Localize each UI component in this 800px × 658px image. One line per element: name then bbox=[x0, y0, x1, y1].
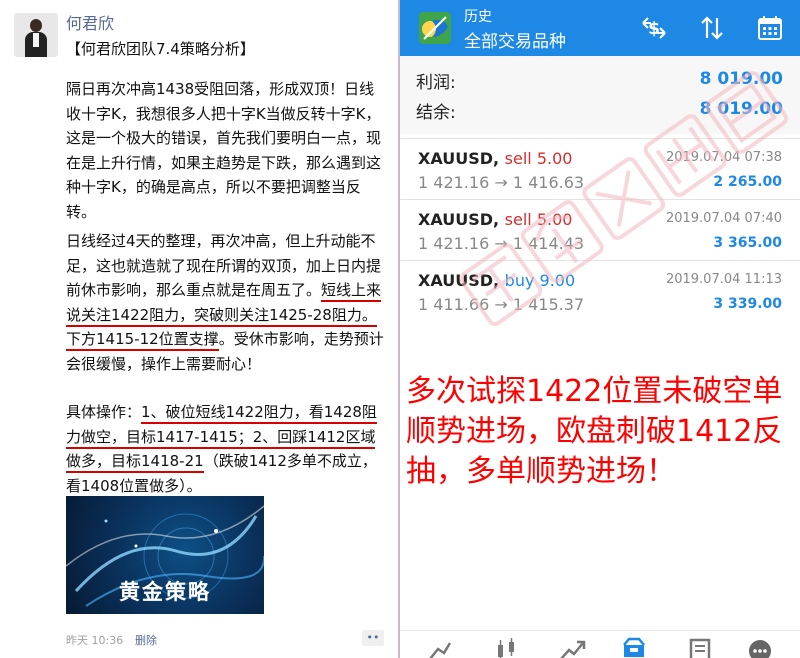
sort-arrows-icon[interactable] bbox=[698, 14, 726, 42]
symbol-filter[interactable]: 全部交易品种 bbox=[464, 27, 566, 52]
trade-prices: 1 421.16 → 1 414.43 bbox=[418, 234, 585, 253]
moments-post: 何君欣 【何君欣团队7.4策略分析】 隔日再次冲高1438受阻回落，形成双顶！日… bbox=[0, 0, 398, 658]
annotation-text: 多次试探1422位置未破空单顺势进场，欧盘刺破1412反抽，多单顺势进场！ bbox=[406, 374, 783, 489]
trade-profit: 3 339.00 bbox=[713, 296, 782, 312]
screen-title: 历史 bbox=[464, 9, 492, 25]
profit-value: 8 019.00 bbox=[699, 69, 783, 89]
post-time: 昨天 10:36 bbox=[66, 634, 124, 647]
trade-symbol-0: XAUUSD, sell 5.00 bbox=[418, 149, 572, 168]
trade-prices: 1 421.16 → 1 416.63 bbox=[418, 173, 585, 192]
candlestick-icon[interactable] bbox=[492, 637, 520, 658]
history-icon[interactable] bbox=[620, 637, 648, 658]
banner-text: 黄金策略 bbox=[119, 580, 211, 604]
calendar-icon[interactable] bbox=[756, 14, 784, 42]
trade-symbol-2: XAUUSD, buy 9.00 bbox=[418, 271, 575, 290]
trend-icon[interactable] bbox=[558, 637, 586, 658]
trade-side: sell 5.00 bbox=[504, 210, 573, 229]
trade-symbol-1: XAUUSD, sell 5.00 bbox=[418, 210, 572, 229]
avatar[interactable] bbox=[14, 13, 58, 57]
mt4-history-screen: 历史 全部交易品种 $ 利润: 8 019.00 结余: 8 019.00 XA… bbox=[400, 0, 800, 658]
paragraph-2: 日线经过4天的整理，再次冲高，但上升动能不足，这也就造就了现在所谓的双顶，加上日… bbox=[66, 229, 386, 376]
app-bar: 历史 全部交易品种 $ bbox=[400, 0, 800, 56]
bottom-nav bbox=[400, 630, 800, 658]
symbol-text: XAUUSD, bbox=[418, 210, 500, 229]
chat-icon[interactable] bbox=[746, 637, 774, 658]
app-logo-icon[interactable] bbox=[418, 11, 452, 45]
trade-side: buy 9.00 bbox=[504, 271, 576, 290]
trade-row[interactable]: XAUUSD, sell 5.00 2019.07.04 07:40 1 421… bbox=[400, 199, 800, 261]
news-icon[interactable] bbox=[686, 637, 714, 658]
more-button[interactable]: •• bbox=[362, 630, 384, 646]
paragraph-3: 具体操作：1、破位短线1422阻力，看1428阻力做空，目标1417-1415；… bbox=[66, 400, 386, 498]
trade-row[interactable]: XAUUSD, buy 9.00 2019.07.04 11:13 1 411.… bbox=[400, 260, 800, 322]
chart-edit-icon[interactable] bbox=[426, 637, 454, 658]
symbol-text: XAUUSD, bbox=[418, 149, 500, 168]
post-image[interactable]: 黄金策略 bbox=[66, 496, 264, 614]
symbol-text: XAUUSD, bbox=[418, 271, 500, 290]
paragraph-1: 隔日再次冲高1438受阻回落，形成双顶！日线收十字K，我想很多人把十字K当做反转… bbox=[66, 80, 382, 221]
balance-label: 结余: bbox=[416, 103, 456, 123]
post-title: 【何君欣团队7.4策略分析】 bbox=[66, 40, 255, 58]
trade-prices: 1 411.66 → 1 415.37 bbox=[418, 295, 585, 314]
trade-side: sell 5.00 bbox=[504, 149, 573, 168]
exchange-dollar-icon[interactable]: $ bbox=[640, 14, 668, 42]
trade-row[interactable]: XAUUSD, sell 5.00 2019.07.04 07:38 1 421… bbox=[400, 138, 800, 200]
trade-date: 2019.07.04 11:13 bbox=[665, 272, 782, 287]
profit-label: 利润: bbox=[416, 73, 456, 93]
balance-value: 8 019.00 bbox=[699, 99, 783, 119]
author-name[interactable]: 何君欣 bbox=[66, 10, 114, 34]
trade-profit: 2 265.00 bbox=[713, 174, 782, 190]
summary-panel: 利润: 8 019.00 结余: 8 019.00 bbox=[400, 56, 800, 134]
trade-date: 2019.07.04 07:38 bbox=[665, 150, 782, 165]
trade-date: 2019.07.04 07:40 bbox=[665, 211, 782, 226]
delete-link[interactable]: 删除 bbox=[135, 632, 157, 648]
paragraph-3-text: 具体操作： bbox=[66, 403, 142, 421]
trade-profit: 3 365.00 bbox=[713, 235, 782, 251]
